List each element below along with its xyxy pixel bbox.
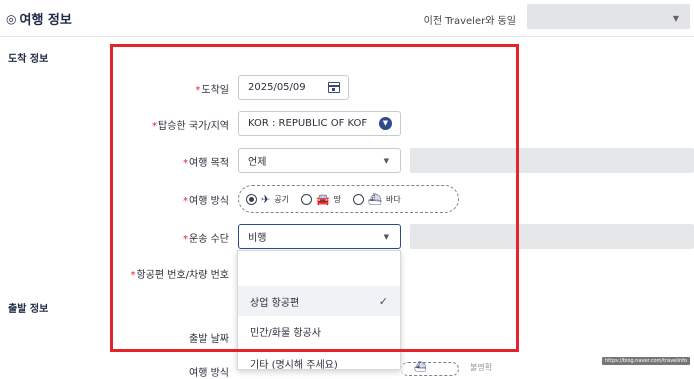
- departure-section-title: 출발 정보: [8, 304, 49, 315]
- travel-info-title: ◎ 여행 정보: [6, 9, 72, 29]
- prev-traveler-select[interactable]: ▼: [527, 4, 690, 29]
- prev-traveler-label: 이전 Traveler와 동일: [423, 16, 516, 27]
- watermark: https://blog.naver.com/travelinfo: [601, 357, 690, 365]
- departure-method-label: 여행 방식: [189, 368, 229, 379]
- chevron-down-icon: ▼: [672, 14, 679, 23]
- highlight-frame: [110, 44, 519, 352]
- globe-icon: ◎: [6, 11, 17, 26]
- ship-icon: ⛴: [414, 362, 427, 373]
- dropdown-option-label: 기타 (명시해 주세요): [250, 359, 338, 370]
- departure-method-radio-group: [401, 362, 459, 376]
- header-divider: [0, 36, 694, 37]
- departure-other-text: 불명확: [470, 363, 493, 372]
- travel-info-title-text: 여행 정보: [19, 13, 72, 28]
- arrival-section-title: 도착 정보: [8, 54, 49, 65]
